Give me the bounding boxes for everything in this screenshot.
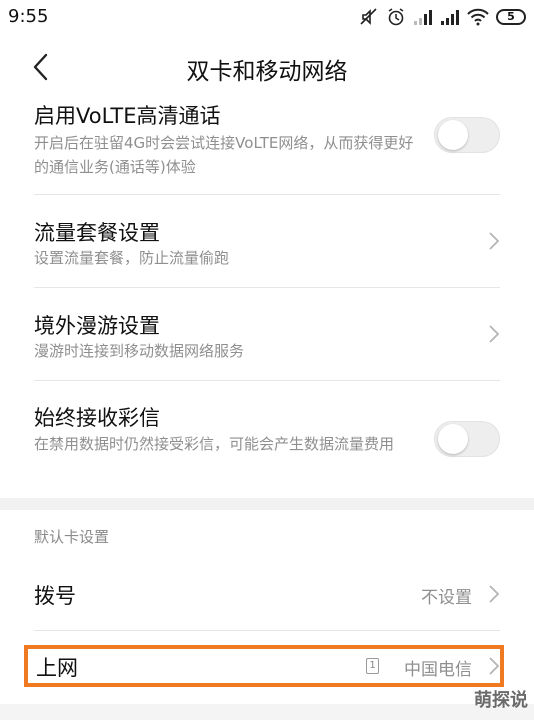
dial-row[interactable]: 拨号 不设置 [0, 560, 534, 630]
section-separator [0, 498, 534, 510]
roaming-row[interactable]: 境外漫游设置 漫游时连接到移动数据网络服务 [0, 288, 534, 380]
mms-toggle[interactable] [434, 421, 500, 457]
roaming-title: 境外漫游设置 [34, 314, 160, 338]
data-plan-desc: 设置流量套餐，防止流量偷跑 [34, 249, 230, 267]
wifi-icon [467, 8, 489, 26]
toggle-knob [438, 120, 468, 150]
roaming-desc: 漫游时连接到移动数据网络服务 [34, 342, 245, 360]
battery-icon: 5 [496, 9, 526, 25]
page-title: 双卡和移动网络 [186, 59, 348, 85]
alarm-icon [386, 7, 406, 27]
bottom-strip [0, 704, 534, 720]
mms-title: 始终接收彩信 [34, 406, 160, 430]
data-plan-row[interactable]: 流量套餐设置 设置流量套餐，防止流量偷跑 [0, 195, 534, 287]
chevron-right-icon [489, 657, 500, 675]
signal-icon [440, 9, 460, 25]
watermark: 萌探说 [474, 690, 528, 711]
sim-card-icon: 1 [366, 658, 379, 674]
mms-row[interactable]: 始终接收彩信 在禁用数据时仍然接受彩信，可能会产生数据流量费用 [0, 381, 534, 498]
internet-label: 上网 [36, 656, 78, 680]
volte-toggle[interactable] [434, 117, 500, 153]
status-bar: 9:55 5 [0, 0, 534, 34]
volte-row[interactable]: 启用VoLTE高清通话 开启后在驻留4G时会尝试连接VoLTE网络，从而获得更好… [0, 96, 534, 194]
toggle-knob [438, 424, 468, 454]
volte-desc: 开启后在驻留4G时会尝试连接VoLTE网络，从而获得更好的通信业务(通话等)体验 [34, 134, 414, 176]
signal-icon [413, 9, 433, 25]
mms-desc: 在禁用数据时仍然接受彩信，可能会产生数据流量费用 [34, 435, 395, 453]
status-time: 9:55 [8, 6, 49, 27]
chevron-right-icon [489, 325, 500, 343]
data-plan-title: 流量套餐设置 [34, 221, 160, 245]
internet-row[interactable]: 上网 1 中国电信 [0, 646, 534, 686]
status-icons: 5 [359, 6, 526, 28]
dial-value: 不设置 [421, 588, 472, 608]
section-label: 默认卡设置 [34, 528, 110, 546]
volte-title: 启用VoLTE高清通话 [34, 104, 221, 128]
internet-value: 中国电信 [404, 660, 472, 680]
dial-label: 拨号 [34, 584, 76, 608]
chevron-right-icon [489, 232, 500, 250]
divider [34, 630, 500, 631]
header: 双卡和移动网络 [0, 38, 534, 96]
mute-icon [359, 7, 379, 27]
chevron-right-icon [489, 585, 500, 603]
